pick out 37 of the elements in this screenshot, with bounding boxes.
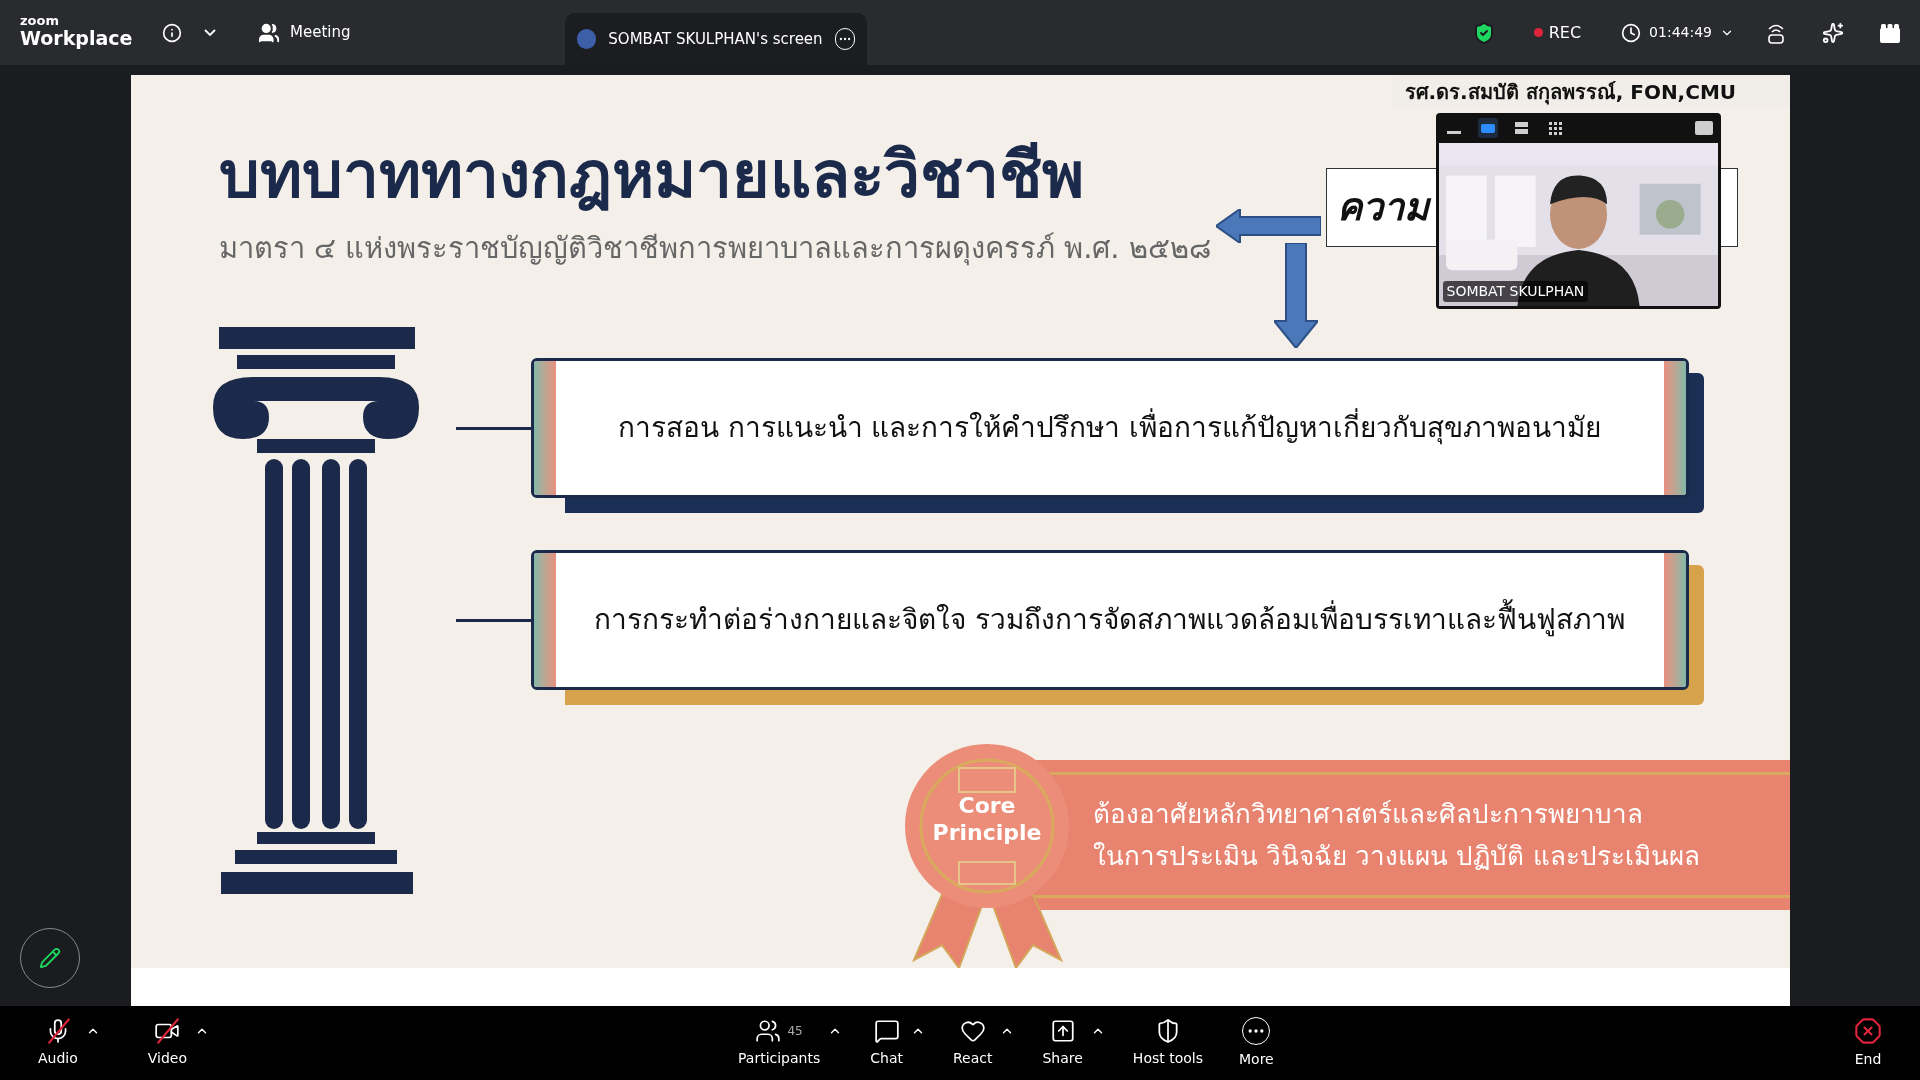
principle-text: ในการประเมิน วินิจฉัย วางแผน ปฏิบัติ และประเมินผล <box>1092 840 1701 873</box>
people-icon <box>258 21 280 44</box>
share-tab-label: SOMBAT SKULPHAN's screen <box>608 28 823 50</box>
share-tab[interactable]: SOMBAT SKULPHAN's screen <box>565 13 868 65</box>
chat-icon <box>873 1017 900 1044</box>
chevron-button[interactable] <box>204 29 216 36</box>
clock-icon <box>1621 22 1642 43</box>
recording-label: REC <box>1548 21 1582 44</box>
people-icon <box>755 1017 782 1044</box>
camera-icon <box>154 1017 181 1044</box>
participant-count: 45 <box>787 1022 803 1040</box>
sparkle-button[interactable] <box>1822 21 1844 44</box>
brand-small: zoom <box>20 14 60 28</box>
info-icon <box>162 22 182 43</box>
pencil-icon <box>39 947 61 969</box>
brand-name: Workplace <box>20 27 134 51</box>
badge-text: Principle <box>932 819 1042 846</box>
apps-icon[interactable] <box>1880 22 1900 43</box>
slide-subtitle: มาตรา ๔ แห่งพระราชบัญญัติวิชาชีพการพยาบาลและการผดุงครรภ์ พ.ศ. ๒๕๒๘ <box>218 230 1211 268</box>
meeting-timer: 01:44:49 <box>1649 23 1712 42</box>
principle-text: ต้องอาศัยหลักวิทยาศาสตร์และศิลปะการพยาบาล <box>1092 798 1644 831</box>
meeting-button[interactable]: Meeting <box>258 21 351 44</box>
participant-name: SOMBAT SKULPHAN <box>1442 281 1589 302</box>
share-icon <box>1049 1017 1076 1044</box>
video-tile[interactable]: SOMBAT SKULPHAN <box>1435 113 1721 309</box>
left-arrow-icon <box>1215 209 1321 243</box>
info-button[interactable] <box>162 22 182 43</box>
sparkle-icon <box>1822 21 1844 44</box>
popout-button[interactable] <box>1694 121 1713 135</box>
role-text: การกระทำต่อร่างกายและจิตใจ รวมถึงการจัดสภาพแวดล้อมเพื่อบรรเทาและฟื้นฟูสภาพ <box>555 599 1664 641</box>
chevron-icon <box>204 29 216 36</box>
close-icon <box>1854 1016 1882 1045</box>
badge-text: Core <box>958 792 1016 819</box>
role-text: การสอน การแนะนำ และการให้คำปรึกษา เพื่อการแก้ปัญหาเกี่ยวกับสุขภาพอนามัย <box>555 407 1664 449</box>
speaker-view-button[interactable] <box>1477 118 1498 138</box>
avatar-icon <box>577 29 597 49</box>
down-arrow-icon <box>1273 243 1318 348</box>
